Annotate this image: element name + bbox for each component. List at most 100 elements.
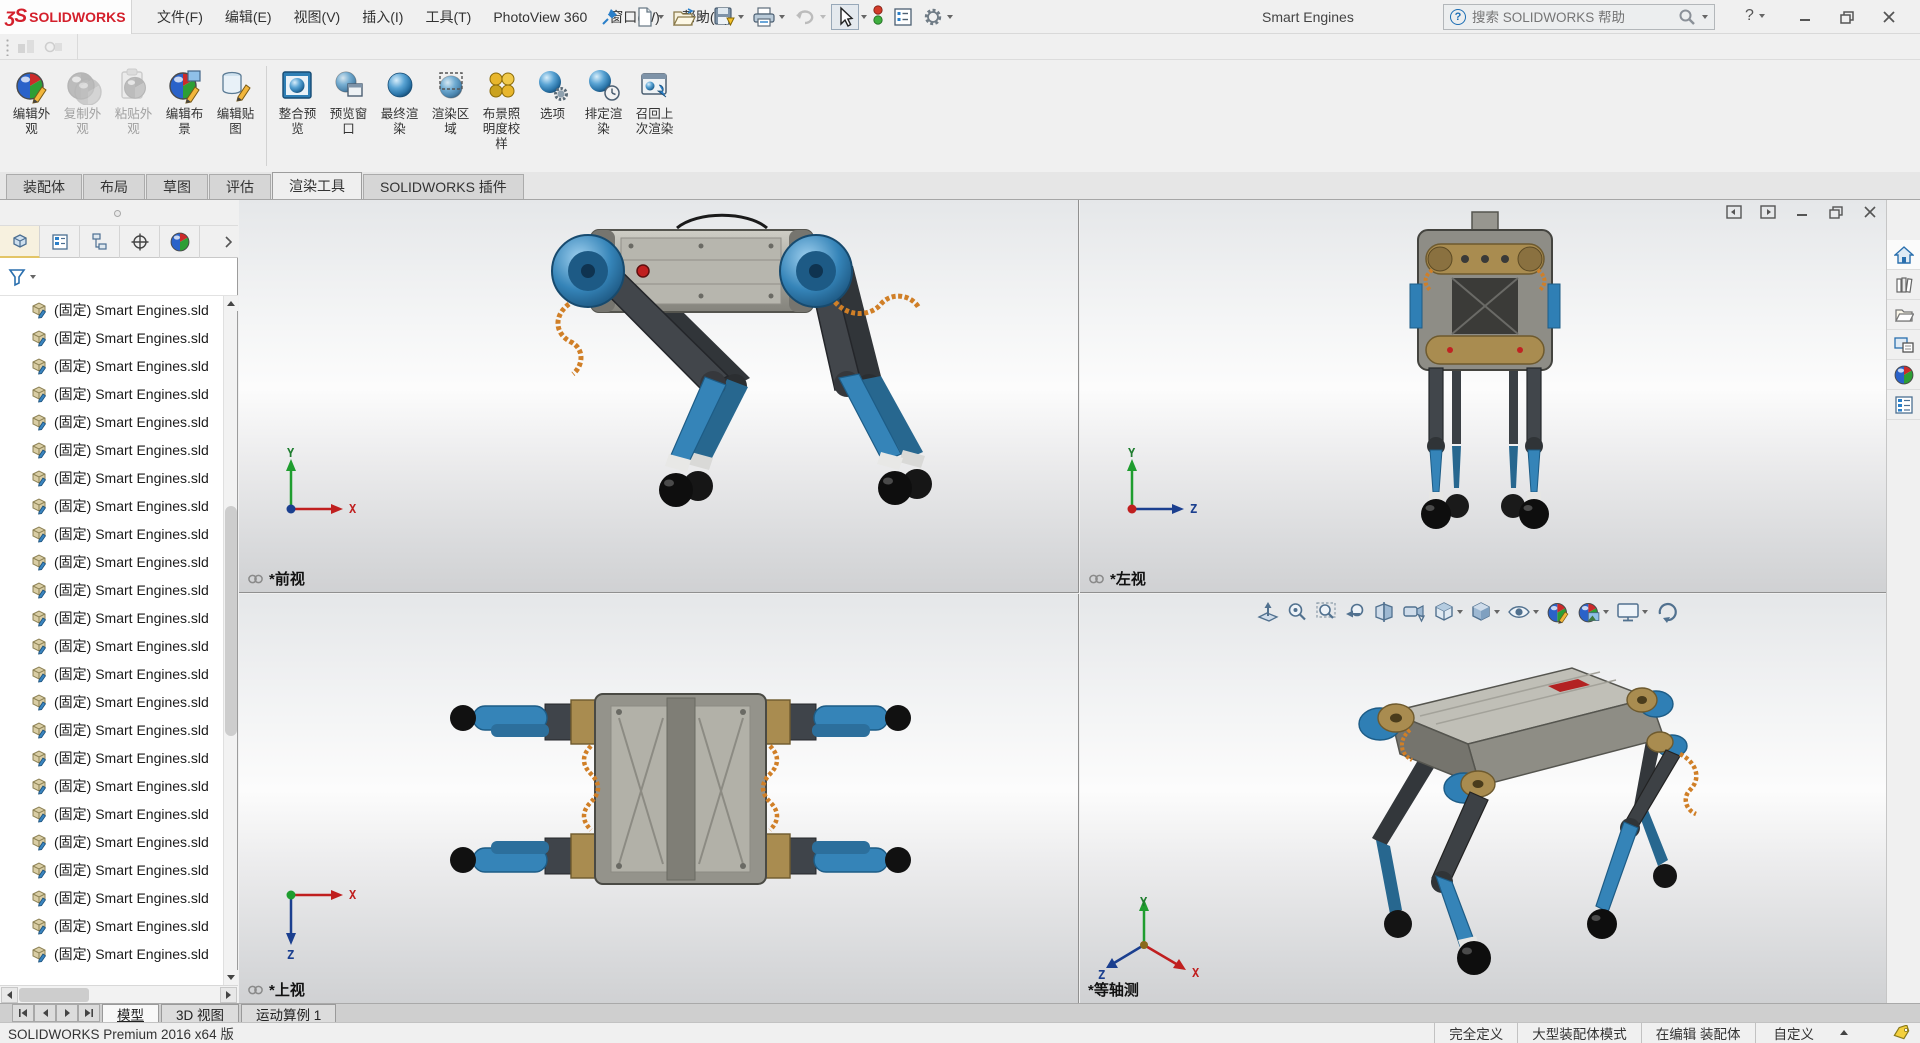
tree-item[interactable]: (固定) Smart Engines.sld [0,436,238,464]
display-style-caret[interactable] [1494,610,1500,614]
first-tab-button[interactable] [12,1004,34,1022]
viewport-left[interactable]: Y Z *左视 [1080,200,1886,593]
previous-tab-button[interactable] [34,1004,56,1022]
last-tab-button[interactable] [78,1004,100,1022]
render-options-button[interactable]: 选项 [527,64,578,122]
next-tab-button[interactable] [56,1004,78,1022]
rebuild-button[interactable] [869,4,887,30]
scroll-left-button[interactable] [1,987,18,1003]
tree-item[interactable]: (固定) Smart Engines.sld [0,296,238,324]
tree-item[interactable]: (固定) Smart Engines.sld [0,492,238,520]
settings-gear-button[interactable] [919,4,956,30]
render-region-button[interactable]: 渲染区域 [425,64,476,137]
help-caret[interactable] [1759,14,1765,18]
scroll-down-button[interactable] [224,970,238,985]
apply-scene-button[interactable] [1577,600,1609,624]
tile-right-button[interactable] [1758,203,1778,221]
view-palette-button[interactable] [1887,330,1920,360]
tree-item[interactable]: (固定) Smart Engines.sld [0,856,238,884]
schedule-render-button[interactable]: 排定渲染 [578,64,629,137]
file-explorer-button[interactable] [1887,300,1920,330]
normal-to-button[interactable] [1257,601,1279,623]
new-document-button[interactable] [632,4,667,30]
tree-scrollbar-thumb[interactable] [225,506,237,736]
robot-model-front-view[interactable] [239,200,1079,593]
window-restore-button[interactable] [1832,6,1862,28]
previous-view-button[interactable] [1344,601,1366,623]
toolbar-grip[interactable] [5,38,11,56]
tree-item[interactable]: (固定) Smart Engines.sld [0,352,238,380]
menu-item[interactable]: 工具(T) [414,0,482,34]
undo-caret[interactable] [820,15,826,19]
solidworks-resources-button[interactable] [1887,240,1920,270]
panel-tabs-expand-button[interactable] [200,226,238,257]
viewport-top[interactable]: X Z *上视 [239,594,1079,1003]
save-caret[interactable] [738,15,744,19]
status-custom-toolbar[interactable]: 自定义 [1755,1023,1867,1043]
tree-item[interactable]: (固定) Smart Engines.sld [0,884,238,912]
tab-dimxpertmanager[interactable] [120,226,160,258]
search-icon[interactable] [1678,8,1696,26]
tree-vertical-scrollbar[interactable] [223,296,237,985]
edit-appearance-hud-button[interactable] [1546,600,1570,624]
apply-scene-caret[interactable] [1603,610,1609,614]
print-button[interactable] [749,4,788,30]
scroll-up-button[interactable] [224,296,238,311]
model-tab[interactable]: 模型 [102,1004,159,1022]
scroll-right-button[interactable] [220,987,237,1003]
robot-model-left-view[interactable] [1080,200,1886,593]
panel-splitter-dot[interactable] [114,210,121,217]
search-scope-caret[interactable] [1702,15,1708,19]
menu-item[interactable]: PhotoView 360 [482,0,598,34]
command-tab[interactable]: SOLIDWORKS 插件 [363,174,524,199]
doc-close-button[interactable] [1860,203,1880,221]
tree-item[interactable]: (固定) Smart Engines.sld [0,520,238,548]
model-tab[interactable]: 运动算例 1 [241,1004,336,1022]
tree-item[interactable]: (固定) Smart Engines.sld [0,464,238,492]
design-library-button[interactable] [1887,270,1920,300]
tree-item[interactable]: (固定) Smart Engines.sld [0,380,238,408]
edit-decal-button[interactable]: 编辑贴图 [210,64,261,137]
open-document-button[interactable] [669,4,708,30]
scene-illumination-proof-button[interactable]: 布景照明度校样 [476,64,527,152]
select-tool-button[interactable] [831,4,859,30]
tree-item[interactable]: (固定) Smart Engines.sld [0,688,238,716]
window-close-button[interactable] [1874,6,1904,28]
save-button[interactable] [710,4,747,30]
view-orientation-caret[interactable] [1457,610,1463,614]
pin-menu-icon[interactable] [600,7,620,27]
custom-properties-button[interactable] [1887,390,1920,420]
display-style-button[interactable] [1470,601,1500,623]
preview-window-button[interactable]: 预览窗口 [323,64,374,137]
section-view-button[interactable] [1373,601,1395,623]
tree-hscrollbar-thumb[interactable] [19,988,89,1002]
tab-configurationmanager[interactable] [80,226,120,258]
viewport-front[interactable]: Y X *前视 [239,200,1079,593]
settings-gear-caret[interactable] [947,15,953,19]
tree-item[interactable]: (固定) Smart Engines.sld [0,716,238,744]
tree-item[interactable]: (固定) Smart Engines.sld [0,828,238,856]
filter-caret[interactable] [30,275,36,279]
tree-horizontal-scrollbar[interactable] [0,985,238,1003]
tree-item[interactable]: (固定) Smart Engines.sld [0,324,238,352]
tag-icon[interactable] [1892,1025,1912,1041]
undo-button[interactable] [790,4,829,30]
status-custom-caret[interactable] [1840,1030,1848,1035]
command-tab[interactable]: 布局 [83,174,145,199]
view-orientation-button[interactable] [1433,601,1463,623]
menu-item[interactable]: 编辑(E) [214,0,283,34]
help-button[interactable]: ? [1745,7,1765,25]
rotate-view-button[interactable] [1655,600,1679,624]
tab-propertymanager[interactable] [40,226,80,258]
tab-featuremanager-tree[interactable] [0,226,40,258]
final-render-button[interactable]: 最终渲染 [374,64,425,137]
edit-appearance-button[interactable]: 编辑外观 [6,64,57,137]
paste-appearance-button[interactable]: 粘贴外观 [108,64,159,137]
menu-item[interactable]: 文件(F) [146,0,214,34]
tree-item[interactable]: (固定) Smart Engines.sld [0,940,238,968]
command-tab[interactable]: 评估 [209,174,271,199]
command-tab[interactable]: 渲染工具 [272,172,362,199]
tree-item[interactable]: (固定) Smart Engines.sld [0,660,238,688]
zoom-area-button[interactable] [1315,601,1337,623]
search-input[interactable] [1472,10,1672,25]
